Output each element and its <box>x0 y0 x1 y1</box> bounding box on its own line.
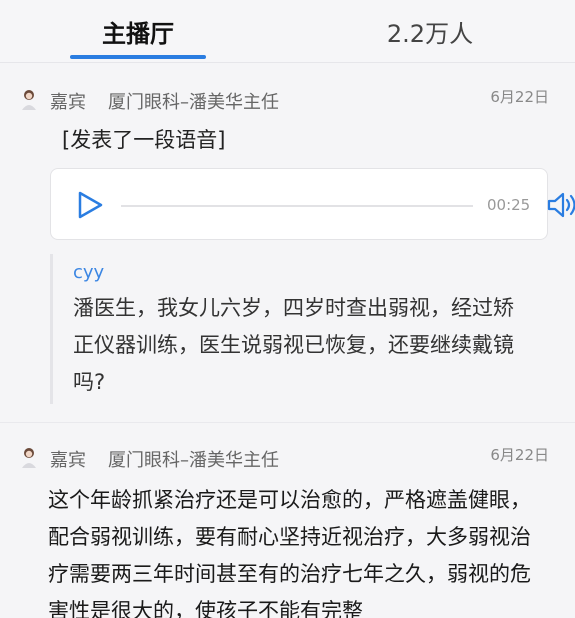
post-item: 嘉宾 厦门眼科–潘美华主任 6月22日 [发表了一段语音] 00:25 cyy … <box>0 72 575 404</box>
header-divider <box>0 62 575 63</box>
avatar-icon <box>22 448 36 468</box>
author-name[interactable]: 厦门眼科–潘美华主任 <box>108 88 279 114</box>
active-tab-indicator <box>70 55 206 59</box>
post-header: 嘉宾 厦门眼科–潘美华主任 6月22日 <box>0 430 575 471</box>
audio-duration: 00:25 <box>487 196 531 214</box>
speaker-icon[interactable] <box>545 189 575 221</box>
quote-username[interactable]: cyy <box>73 262 104 283</box>
quoted-question: cyy 潘医生，我女儿六岁，四岁时查出弱视，经过矫正仪器训练，医生说弱视已恢复，… <box>50 254 540 404</box>
audio-progress-track[interactable] <box>121 205 473 207</box>
author-name[interactable]: 厦门眼科–潘美华主任 <box>108 446 279 472</box>
tab-audience-count[interactable]: 2.2万人 <box>360 14 500 49</box>
post-item: 嘉宾 厦门眼科–潘美华主任 6月22日 这个年龄抓紧治疗还是可以治愈的，严格遮盖… <box>0 430 575 618</box>
play-icon[interactable] <box>75 189 105 221</box>
audio-player[interactable]: 00:25 <box>50 168 575 240</box>
author-role: 嘉宾 <box>50 92 86 113</box>
post-text: 这个年龄抓紧治疗还是可以治愈的，严格遮盖健眼，配合弱视训练，要有耐心坚持近视治疗… <box>48 488 531 618</box>
post-header: 嘉宾 厦门眼科–潘美华主任 6月22日 <box>0 72 575 113</box>
tab-anchor-hall[interactable]: 主播厅 <box>70 14 206 49</box>
post-date: 6月22日 <box>490 446 549 464</box>
author-role: 嘉宾 <box>50 450 86 471</box>
avatar-icon <box>22 90 36 110</box>
post-text: [发表了一段语音] <box>62 128 226 152</box>
tab-bar: 主播厅 2.2万人 <box>0 0 575 62</box>
post-separator <box>0 422 575 423</box>
quote-text: 潘医生，我女儿六岁，四岁时查出弱视，经过矫正仪器训练，医生说弱视已恢复，还要继续… <box>73 296 514 394</box>
post-date: 6月22日 <box>490 88 549 106</box>
